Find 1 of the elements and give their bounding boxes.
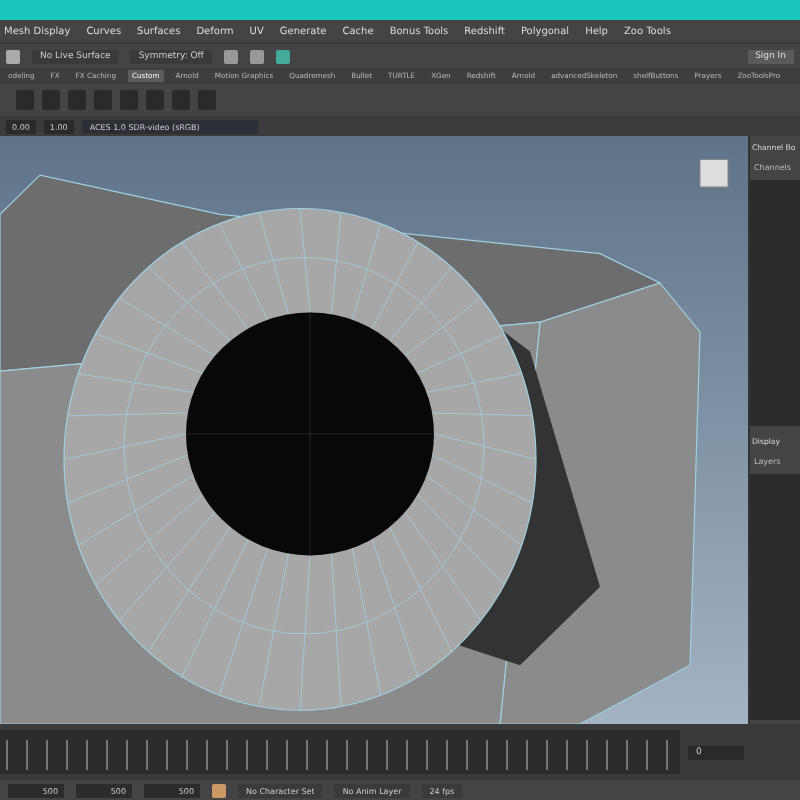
time-slider-ticks[interactable] [0, 730, 680, 774]
